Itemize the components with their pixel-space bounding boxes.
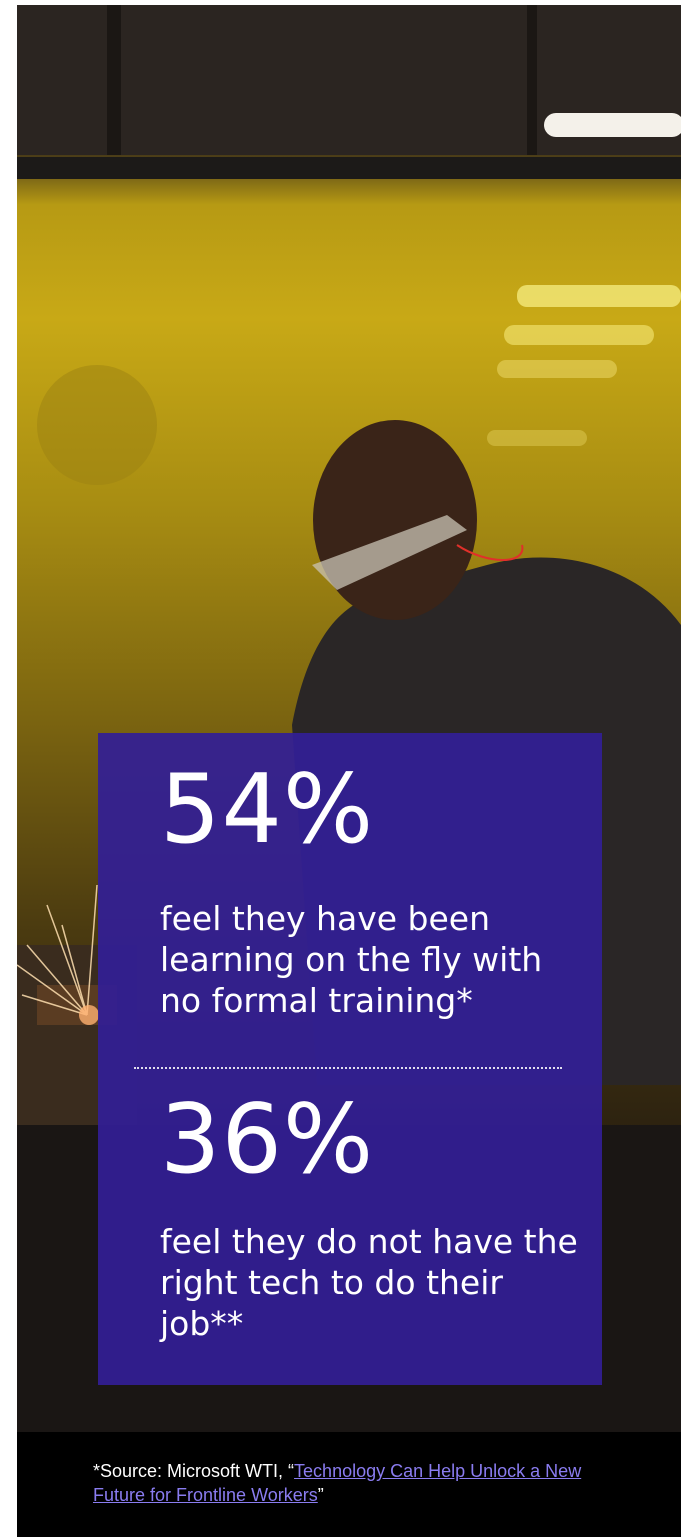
stats-divider bbox=[134, 1067, 562, 1069]
ceiling-light bbox=[544, 113, 681, 137]
stat-description: feel they have been learning on the fly … bbox=[160, 899, 543, 1020]
stat-description: feel they do not have the right tech to … bbox=[160, 1222, 578, 1343]
stat-value: 36% bbox=[160, 1085, 375, 1195]
source-citation: *Source: Microsoft WTI, “Technology Can … bbox=[93, 1459, 613, 1507]
stats-panel: 54% feel they have been learning on the … bbox=[98, 733, 602, 1385]
footer: *Source: Microsoft WTI, “Technology Can … bbox=[17, 1432, 681, 1537]
source-prefix: *Source: Microsoft WTI, “ bbox=[93, 1461, 295, 1481]
source-suffix: ” bbox=[317, 1485, 324, 1505]
stat-value: 54% bbox=[160, 755, 375, 865]
pipe bbox=[17, 157, 681, 179]
